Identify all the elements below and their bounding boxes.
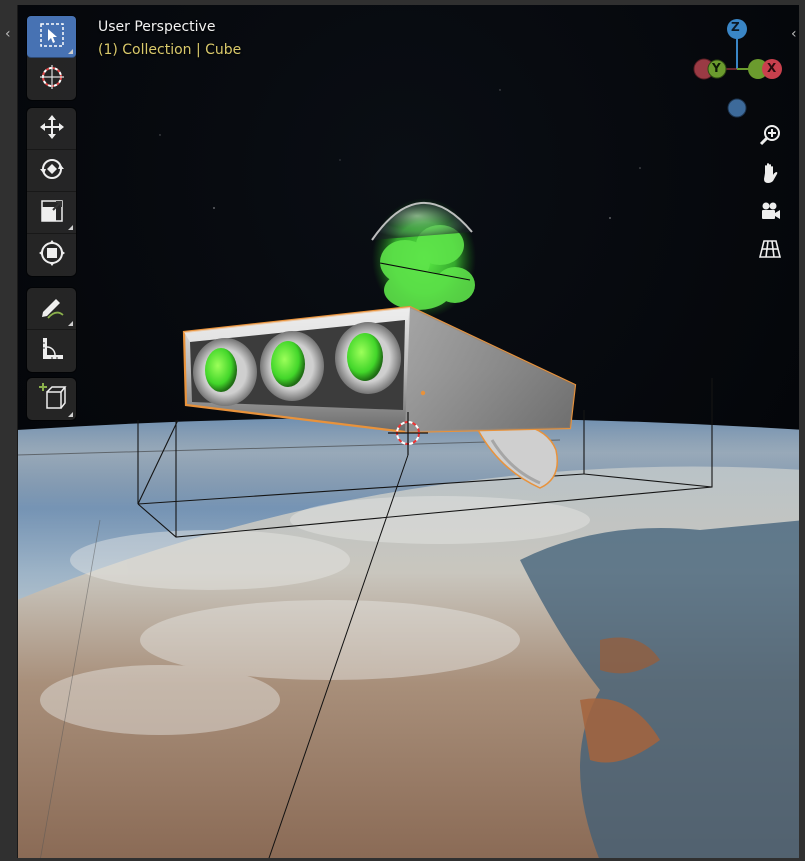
camera-view-button[interactable] bbox=[753, 196, 787, 230]
measure-ruler-icon bbox=[38, 335, 66, 367]
add-cube-tool[interactable] bbox=[27, 378, 76, 420]
sidebar-collapse-icon[interactable]: ‹ bbox=[791, 27, 797, 41]
move-arrows-icon bbox=[38, 113, 66, 145]
toggle-perspective-button[interactable] bbox=[753, 234, 787, 268]
measure-tool[interactable] bbox=[27, 330, 76, 372]
scale-tool[interactable] bbox=[27, 192, 76, 234]
pan-button[interactable] bbox=[753, 158, 787, 192]
3d-cursor-icon bbox=[38, 63, 66, 95]
toolbar-collapse-icon[interactable]: ‹ bbox=[5, 27, 11, 41]
gizmo-y-label[interactable]: Y bbox=[712, 61, 721, 75]
viewport-scene[interactable] bbox=[0, 0, 805, 861]
annotate-tool[interactable] bbox=[27, 288, 76, 330]
gizmo-x-label[interactable]: X bbox=[767, 61, 776, 75]
cursor-select-icon bbox=[39, 22, 65, 52]
collection-object-label: (1) Collection | Cube bbox=[98, 42, 242, 58]
navigation-gizmo[interactable]: Z Y X bbox=[690, 18, 786, 122]
add-cube-icon bbox=[37, 382, 67, 416]
move-tool[interactable] bbox=[27, 108, 76, 150]
toolbar-transform-group bbox=[27, 108, 76, 276]
transform-tool[interactable] bbox=[27, 234, 76, 276]
toolbar-annotate-group bbox=[27, 288, 76, 372]
select-box-tool[interactable] bbox=[27, 16, 76, 58]
scale-icon bbox=[39, 198, 65, 228]
toolbar-add-group bbox=[27, 378, 76, 420]
neg-z-axis-handle bbox=[727, 98, 747, 118]
editor-top-edge bbox=[0, 0, 805, 5]
3d-viewport[interactable]: ‹ ‹ User Perspective (1) Collection | Cu… bbox=[0, 0, 805, 861]
hand-icon bbox=[758, 161, 782, 189]
toolbar-select-group bbox=[27, 16, 76, 100]
zoom-button[interactable] bbox=[753, 120, 787, 154]
rotate-tool[interactable] bbox=[27, 150, 76, 192]
grid-icon bbox=[758, 237, 782, 265]
transform-icon bbox=[38, 239, 66, 271]
cursor-tool[interactable] bbox=[27, 58, 76, 100]
camera-icon bbox=[758, 199, 782, 227]
editor-left-edge bbox=[0, 0, 18, 861]
annotate-pencil-icon bbox=[38, 293, 66, 325]
view-name: User Perspective bbox=[98, 19, 216, 35]
zoom-in-icon bbox=[758, 123, 782, 151]
rotate-icon bbox=[38, 155, 66, 187]
editor-right-edge bbox=[799, 0, 805, 861]
gizmo-z-label[interactable]: Z bbox=[731, 20, 740, 34]
